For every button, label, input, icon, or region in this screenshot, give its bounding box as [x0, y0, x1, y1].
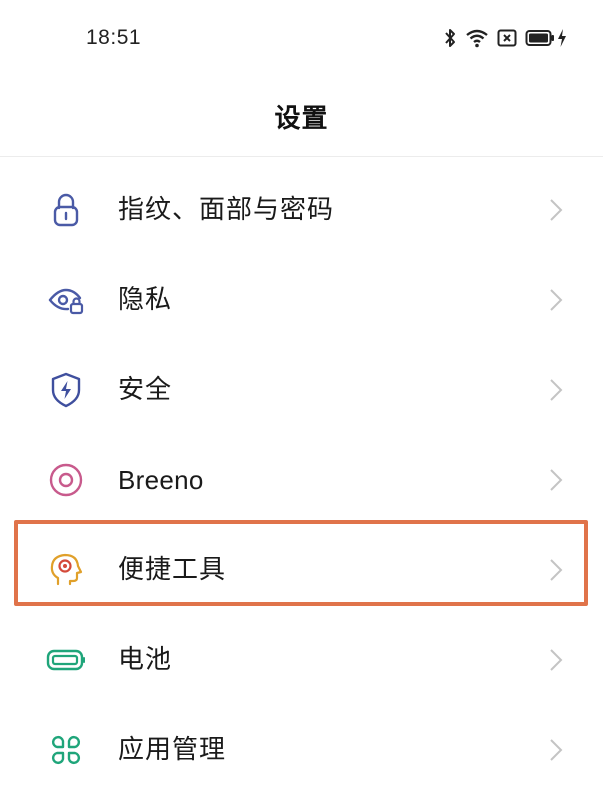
- bluetooth-icon: [443, 28, 457, 48]
- wifi-icon: [465, 28, 489, 48]
- settings-item-label: 安全: [118, 375, 173, 405]
- chevron-right-icon: [549, 738, 563, 762]
- status-bar: 18:51: [0, 0, 603, 78]
- chevron-right-icon: [549, 468, 563, 492]
- chevron-right-icon: [549, 378, 563, 402]
- battery-icon: [525, 29, 555, 47]
- settings-item-battery[interactable]: 电池: [0, 615, 603, 705]
- settings-item-breeno[interactable]: Breeno: [0, 435, 603, 525]
- highlight-box: [14, 520, 588, 606]
- title-divider: [0, 156, 603, 157]
- chevron-right-icon: [549, 198, 563, 222]
- settings-item-fingerprint-face-password[interactable]: 指纹、面部与密码: [0, 165, 603, 255]
- settings-item-label: 应用管理: [118, 735, 227, 765]
- chevron-right-icon: [549, 288, 563, 312]
- status-time: 18:51: [86, 26, 142, 49]
- settings-item-privacy[interactable]: 隐私: [0, 255, 603, 345]
- settings-item-security[interactable]: 安全: [0, 345, 603, 435]
- breeno-icon: [46, 460, 86, 500]
- charging-icon: [557, 28, 567, 48]
- shield-icon: [46, 370, 86, 410]
- lock-icon: [46, 190, 86, 230]
- no-sim-icon: [497, 29, 517, 47]
- settings-item-label: 指纹、面部与密码: [118, 195, 335, 225]
- settings-item-label: 电池: [118, 645, 173, 675]
- settings-item-label: 隐私: [118, 285, 173, 315]
- settings-item-app-management[interactable]: 应用管理: [0, 705, 603, 795]
- status-icons: [443, 25, 567, 51]
- settings-item-label: Breeno: [118, 465, 204, 495]
- apps-grid-icon: [46, 730, 86, 770]
- battery-setting-icon: [46, 640, 86, 680]
- page-title: 设置: [274, 104, 329, 134]
- chevron-right-icon: [549, 648, 563, 672]
- privacy-eye-icon: [46, 280, 86, 320]
